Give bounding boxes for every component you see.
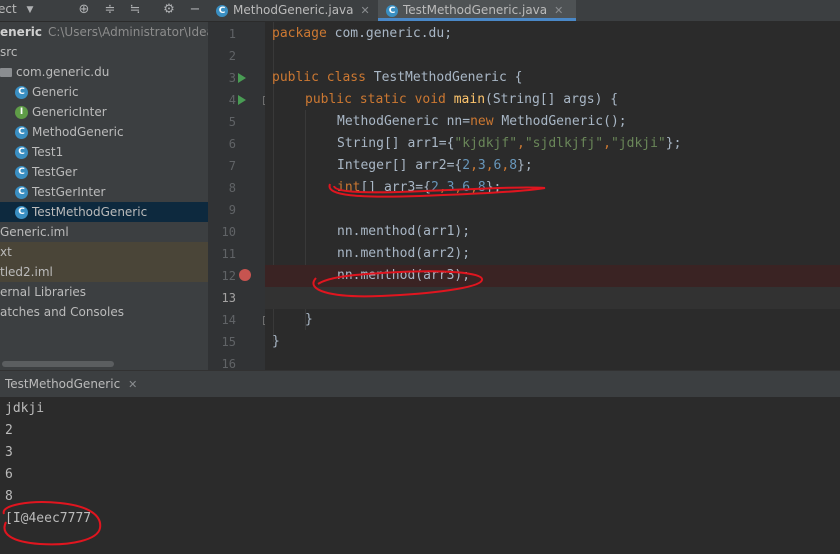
close-icon[interactable]: ✕ bbox=[128, 378, 137, 391]
expand-icon[interactable]: ≒ bbox=[127, 2, 143, 18]
line-number: 2 bbox=[228, 49, 236, 63]
run-panel-header: TestMethodGeneric ✕ bbox=[0, 370, 840, 397]
line-number: 9 bbox=[228, 203, 236, 217]
class-icon: C bbox=[15, 186, 28, 199]
line-number: 7 bbox=[228, 159, 236, 173]
close-icon[interactable]: ✕ bbox=[361, 4, 370, 17]
class-icon: C bbox=[15, 146, 28, 159]
line-number: 15 bbox=[221, 335, 236, 349]
tree-item-generic-inter[interactable]: I GenericInter bbox=[0, 102, 223, 122]
class-icon: C bbox=[386, 4, 398, 17]
code-line-7: Integer[] arr2={2,3,6,8}; bbox=[337, 158, 533, 173]
console-line: [I@4eec7777 bbox=[5, 511, 92, 526]
run-class-icon[interactable] bbox=[238, 73, 246, 83]
code-line-10: nn.menthod(arr1); bbox=[337, 224, 471, 239]
code-line-5: MethodGeneric nn=new MethodGeneric(); bbox=[337, 114, 627, 129]
line-number: 5 bbox=[228, 115, 236, 129]
tab-method-generic[interactable]: C MethodGeneric.java ✕ bbox=[216, 0, 376, 21]
class-icon: C bbox=[216, 4, 228, 17]
tree-item-package[interactable]: com.generic.du bbox=[0, 62, 208, 82]
line-number: 4 bbox=[228, 93, 236, 107]
class-icon: C bbox=[15, 206, 28, 219]
tree-item-scratches[interactable]: atches and Consoles bbox=[0, 302, 208, 322]
line-number: 1 bbox=[228, 27, 236, 41]
code-line-1: package com.generic.du; bbox=[272, 26, 453, 41]
console-output[interactable]: jdkji 2 3 6 8 [I@4eec7777 bbox=[0, 397, 840, 554]
package-icon bbox=[0, 68, 12, 77]
interface-icon: I bbox=[15, 106, 28, 119]
code-line-15: } bbox=[272, 334, 280, 349]
tree-item-external-libraries[interactable]: ernal Libraries bbox=[0, 282, 208, 302]
line-number: 11 bbox=[221, 247, 236, 261]
editor-gutter: 1 2 3 4 5 6 7 8 9 10 11 12 13 14 15 16 bbox=[208, 22, 272, 371]
code-line-14: } bbox=[305, 312, 313, 327]
tab-test-method-generic[interactable]: C TestMethodGeneric.java ✕ bbox=[378, 0, 576, 21]
tree-item-module[interactable]: eneric C:\Users\Administrator\IdeaPr bbox=[0, 22, 208, 42]
code-line-3: public class TestMethodGeneric { bbox=[272, 70, 523, 85]
tab-label: TestMethodGeneric.java bbox=[403, 3, 548, 17]
line-number: 8 bbox=[228, 181, 236, 195]
console-line: jdkji bbox=[5, 401, 45, 416]
tree-item-generic[interactable]: C Generic bbox=[0, 82, 223, 102]
project-tree: eneric C:\Users\Administrator\IdeaPr src … bbox=[0, 22, 223, 370]
class-icon: C bbox=[15, 126, 28, 139]
console-line: 8 bbox=[5, 489, 13, 504]
tree-item-untitled2-iml[interactable]: tled2.iml bbox=[0, 262, 208, 282]
target-icon[interactable]: ⊕ bbox=[76, 2, 92, 18]
tree-scrollbar[interactable] bbox=[2, 361, 114, 367]
tree-item-src[interactable]: src bbox=[0, 42, 208, 62]
code-line-8: int[] arr3={2,3,6,8}; bbox=[337, 180, 502, 195]
minimize-icon[interactable]: − bbox=[187, 2, 203, 18]
line-number: 6 bbox=[228, 137, 236, 151]
tree-item-txt[interactable]: xt bbox=[0, 242, 208, 262]
tree-item-test-method-generic[interactable]: C TestMethodGeneric bbox=[0, 202, 223, 222]
run-main-icon[interactable] bbox=[238, 95, 246, 105]
class-icon: C bbox=[15, 86, 28, 99]
line-number: 3 bbox=[228, 71, 236, 85]
code-line-4: public static void main(String[] args) { bbox=[305, 92, 619, 107]
code-line-12: nn.menthod(arr3); bbox=[265, 265, 840, 287]
line-number: 12 bbox=[221, 269, 236, 283]
tab-label: MethodGeneric.java bbox=[233, 3, 354, 17]
console-line: 3 bbox=[5, 445, 13, 460]
tree-item-test-ger-inter[interactable]: C TestGerInter bbox=[0, 182, 223, 202]
code-line-13 bbox=[265, 287, 840, 309]
console-line: 2 bbox=[5, 423, 13, 438]
project-view-label[interactable]: ect bbox=[0, 2, 17, 16]
breakpoint-icon[interactable] bbox=[239, 269, 251, 281]
code-editor[interactable]: package com.generic.du; public class Tes… bbox=[265, 22, 840, 370]
editor-tab-bar: C MethodGeneric.java ✕ C TestMethodGeneric.… bbox=[208, 0, 840, 21]
collapse-icon[interactable]: ≑ bbox=[102, 2, 118, 18]
run-tab[interactable]: TestMethodGeneric ✕ bbox=[0, 371, 137, 397]
line-number: 13 bbox=[221, 291, 236, 305]
tree-item-method-generic[interactable]: C MethodGeneric bbox=[0, 122, 223, 142]
line-number: 14 bbox=[221, 313, 236, 327]
tree-item-test1[interactable]: C Test1 bbox=[0, 142, 223, 162]
tree-item-generic-iml[interactable]: Generic.iml bbox=[0, 222, 208, 242]
console-line: 6 bbox=[5, 467, 13, 482]
close-icon[interactable]: ✕ bbox=[554, 4, 563, 17]
tree-item-test-ger[interactable]: C TestGer bbox=[0, 162, 223, 182]
code-line-6: String[] arr1={"kjdkjf","sjdlkjfj","jdkj… bbox=[337, 136, 682, 151]
project-toolbar: ect ▼ ⊕ ≑ ≒ ⚙ − bbox=[0, 0, 208, 22]
code-line-11: nn.menthod(arr2); bbox=[337, 246, 471, 261]
gear-icon[interactable]: ⚙ bbox=[161, 2, 177, 18]
class-icon: C bbox=[15, 166, 28, 179]
chevron-down-icon[interactable]: ▼ bbox=[22, 2, 38, 18]
line-number: 10 bbox=[221, 225, 236, 239]
